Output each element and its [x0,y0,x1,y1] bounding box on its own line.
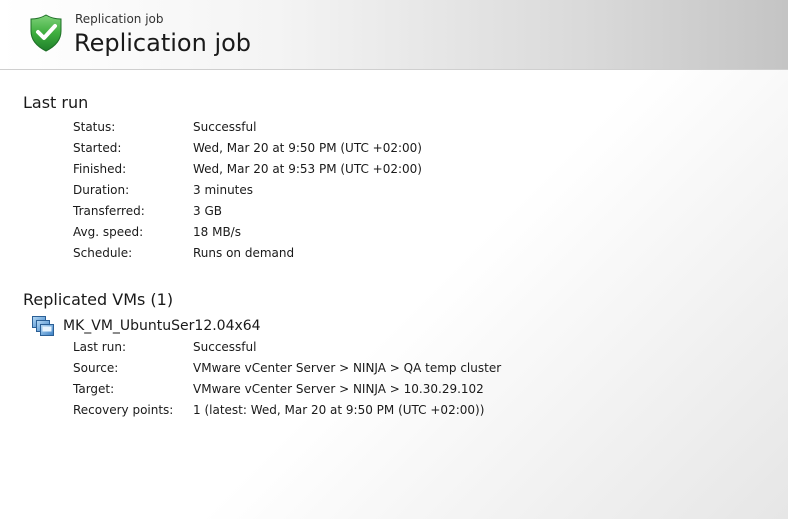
field-value: 3 minutes [193,183,254,197]
field-label: Finished: [73,162,127,176]
field-value: Wed, Mar 20 at 9:50 PM (UTC +02:00) [193,141,422,155]
vm-row-source: Source: VMware vCenter Server > NINJA > … [0,358,788,379]
header-subtitle: Replication job [75,12,164,26]
field-label: Recovery points: [73,403,174,417]
last-run-row-finished: Finished: Wed, Mar 20 at 9:53 PM (UTC +0… [0,159,788,180]
field-value: Runs on demand [193,246,295,260]
field-label: Schedule: [73,246,133,260]
last-run-row-avg-speed: Avg. speed: 18 MB/s [0,222,788,243]
field-value: Successful [193,340,257,354]
vm-name: MK_VM_UbuntuSer12.04x64 [63,318,261,334]
field-label: Source: [73,361,119,375]
field-label: Target: [73,382,115,396]
last-run-row-started: Started: Wed, Mar 20 at 9:50 PM (UTC +02… [0,138,788,159]
vm-row-last-run: Last run: Successful [0,337,788,358]
last-run-heading: Last run [23,93,89,112]
page-title: Replication job [74,29,252,57]
field-label: Started: [73,141,122,155]
field-value: Successful [193,120,257,134]
field-value: VMware vCenter Server > NINJA > QA temp … [193,361,502,375]
last-run-row-status: Status: Successful [0,117,788,138]
field-label: Avg. speed: [73,225,144,239]
field-label: Duration: [73,183,130,197]
last-run-row-schedule: Schedule: Runs on demand [0,243,788,264]
vm-row-recovery-points: Recovery points: 1 (latest: Wed, Mar 20 … [0,400,788,421]
last-run-row-transferred: Transferred: 3 GB [0,201,788,222]
field-label: Transferred: [73,204,145,218]
vm-row-target: Target: VMware vCenter Server > NINJA > … [0,379,788,400]
field-label: Status: [73,120,116,134]
field-label: Last run: [73,340,126,354]
field-value: VMware vCenter Server > NINJA > 10.30.29… [193,382,484,396]
replicated-vms-heading: Replicated VMs (1) [23,290,174,309]
field-value: Wed, Mar 20 at 9:53 PM (UTC +02:00) [193,162,422,176]
field-value: 3 GB [193,204,222,218]
field-value: 18 MB/s [193,225,241,239]
virtual-machine-icon [32,316,54,336]
green-shield-check-icon [30,14,62,52]
field-value: 1 (latest: Wed, Mar 20 at 9:50 PM (UTC +… [193,403,485,417]
page-header: Replication job Replication job [0,0,788,70]
last-run-row-duration: Duration: 3 minutes [0,180,788,201]
